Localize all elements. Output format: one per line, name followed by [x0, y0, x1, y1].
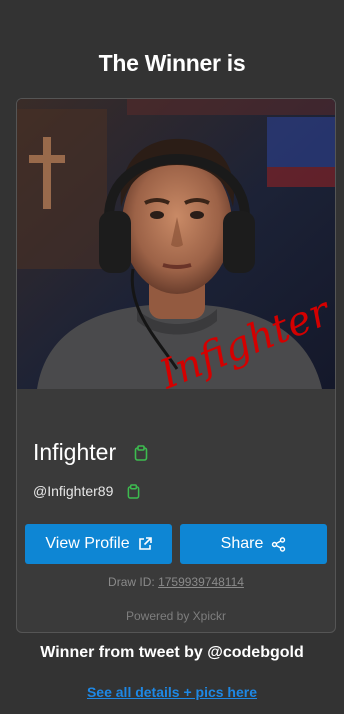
- view-profile-button[interactable]: View Profile: [25, 524, 172, 564]
- draw-id-value[interactable]: 1759939748114: [158, 575, 244, 589]
- winner-photo: Infighter: [17, 99, 335, 389]
- draw-id-label: Draw ID:: [108, 575, 155, 589]
- share-label: Share: [220, 535, 264, 552]
- powered-by: Powered by Xpickr: [125, 609, 227, 623]
- view-profile-label: View Profile: [45, 535, 130, 552]
- page-title: The Winner is: [98, 50, 246, 76]
- winner-handle: @Infighter89: [33, 483, 114, 499]
- copy-name-clipboard-icon[interactable]: [134, 444, 148, 461]
- winner-name-row: Infighter: [33, 439, 148, 466]
- winner-card: Infighter Infighter @Infighter89 View Pr…: [16, 98, 336, 633]
- share-icon: [272, 536, 286, 552]
- details-link[interactable]: See all details + pics here: [0, 684, 344, 700]
- winner-handle-row: @Infighter89: [33, 483, 140, 499]
- copy-handle-clipboard-icon[interactable]: [127, 483, 140, 499]
- external-link-icon: [138, 537, 152, 550]
- tweet-credit: Winner from tweet by @codebgold: [40, 644, 304, 661]
- winner-page: The Winner is Infighter Infighter @Infig…: [0, 0, 344, 714]
- share-button[interactable]: Share: [180, 524, 327, 564]
- winner-name: Infighter: [33, 439, 117, 465]
- draw-id: Draw ID: 1759939748114: [17, 575, 335, 589]
